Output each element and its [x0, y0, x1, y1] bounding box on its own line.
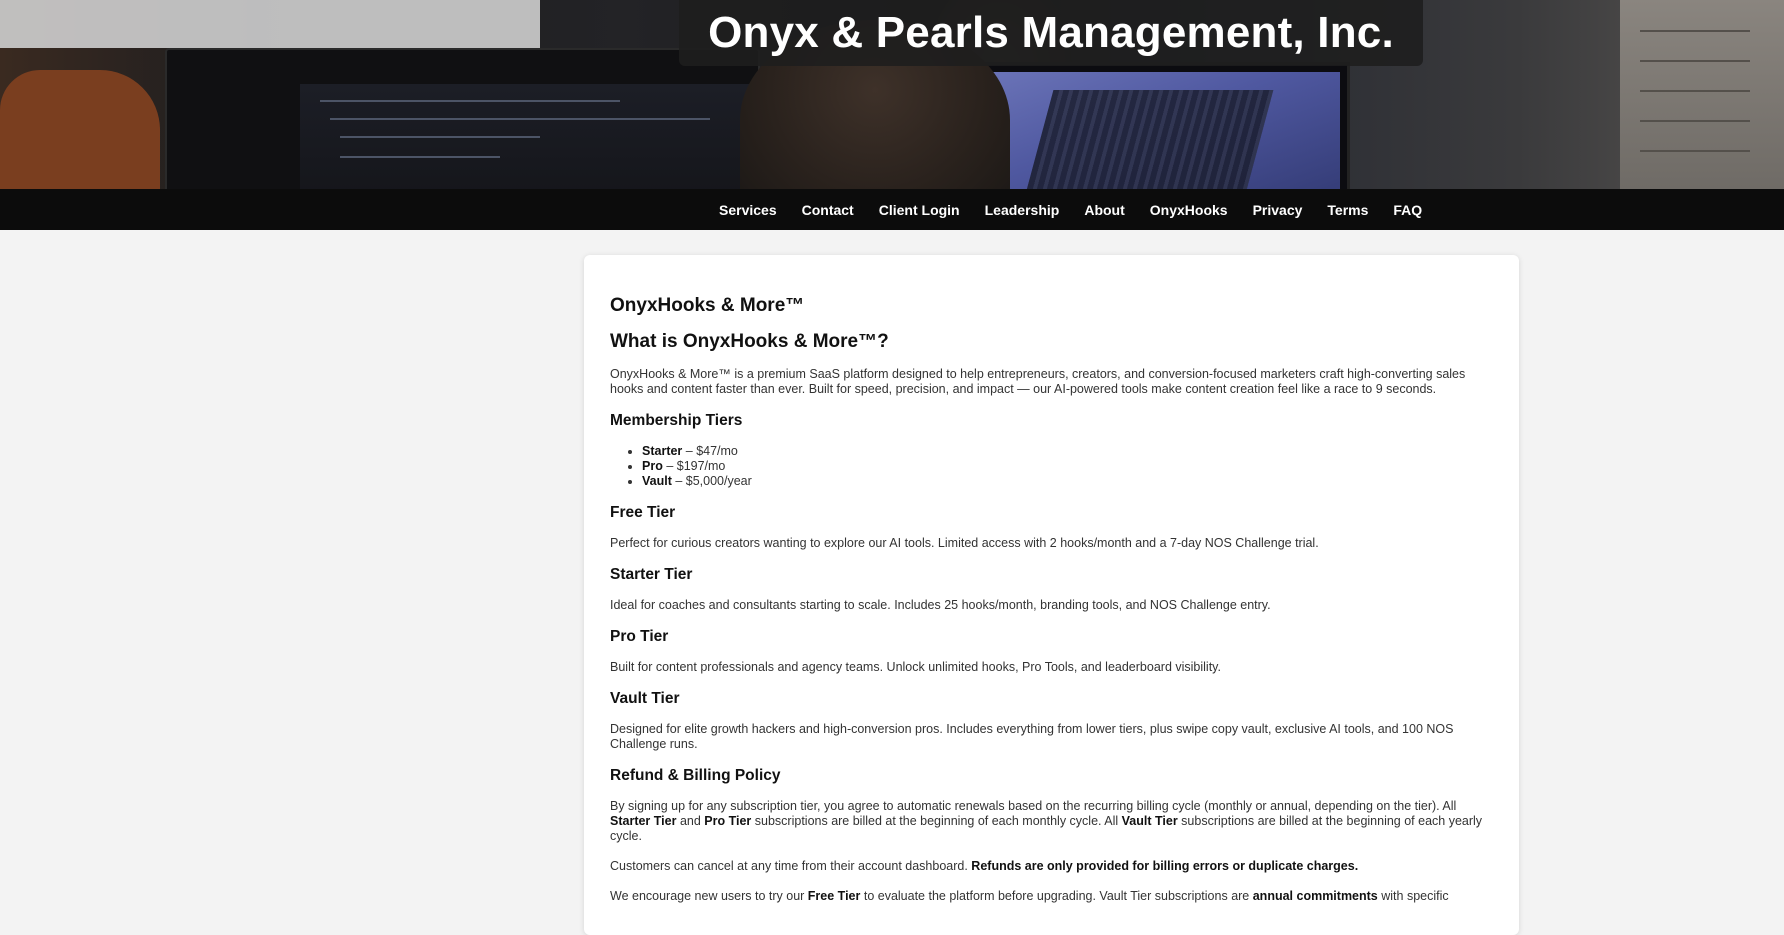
pro-tier-heading: Pro Tier	[610, 628, 669, 645]
membership-item-price: – $47/mo	[682, 444, 738, 458]
hero-photo-code-line	[340, 156, 500, 158]
refund-text: Customers can cancel at any time from th…	[610, 859, 972, 873]
refund-paragraph-2: Customers can cancel at any time from th…	[610, 859, 1493, 874]
hero-photo-person-left	[0, 70, 160, 189]
hero-photo-paper-line	[1640, 60, 1750, 62]
hero-photo-3d-shape	[1026, 90, 1274, 189]
nav-link-privacy[interactable]: Privacy	[1253, 202, 1303, 218]
refund-vault-tier: Vault Tier	[1121, 814, 1178, 828]
membership-item-price: – $5,000/year	[671, 474, 752, 488]
refund-text: and	[676, 814, 705, 828]
membership-list: Starter – $47/mo Pro – $197/mo Vault – $…	[642, 444, 1493, 489]
main-nav: Services Contact Client Login Leadership…	[0, 189, 1784, 230]
vault-tier-heading: Vault Tier	[610, 690, 680, 707]
hero-photo-paper-line	[1640, 120, 1750, 122]
refund-paragraph-1: By signing up for any subscription tier,…	[610, 799, 1493, 844]
refund-policy-note: Refunds are only provided for billing er…	[971, 859, 1359, 873]
membership-item: Pro – $197/mo	[642, 459, 1493, 474]
pro-tier-text: Built for content professionals and agen…	[610, 660, 1221, 674]
hero-photo-code-line	[320, 100, 620, 102]
membership-item: Starter – $47/mo	[642, 444, 1493, 459]
free-tier-text: Perfect for curious creators wanting to …	[610, 536, 1319, 550]
refund-heading: Refund & Billing Policy	[610, 767, 781, 784]
nav-link-terms[interactable]: Terms	[1327, 202, 1368, 218]
site-title-box: Onyx & Pearls Management, Inc.	[679, 0, 1423, 66]
membership-item: Vault – $5,000/year	[642, 474, 1493, 489]
vault-tier-text: Designed for elite growth hackers and hi…	[610, 722, 1454, 751]
nav-link-about[interactable]: About	[1084, 202, 1124, 218]
nav-link-faq[interactable]: FAQ	[1393, 202, 1422, 218]
free-tier-heading: Free Tier	[610, 504, 676, 521]
refund-text: subscriptions are billed at the beginnin…	[751, 814, 1122, 828]
nav-link-client-login[interactable]: Client Login	[879, 202, 960, 218]
what-is-heading: What is OnyxHooks & More™?	[610, 331, 889, 352]
starter-tier-heading: Starter Tier	[610, 566, 693, 583]
refund-paragraph-3: We encourage new users to try our Free T…	[610, 889, 1493, 904]
hero-photo-window	[0, 0, 540, 48]
content-card: OnyxHooks & More™ What is OnyxHooks & Mo…	[584, 255, 1519, 935]
site-title: Onyx & Pearls Management, Inc.	[708, 8, 1394, 57]
refund-pro-tier: Pro Tier	[704, 814, 752, 828]
hero-photo-code-line	[330, 118, 710, 120]
hero-photo-paper-line	[1640, 150, 1750, 152]
nav-link-services[interactable]: Services	[719, 202, 777, 218]
nav-link-onyxhooks[interactable]: OnyxHooks	[1150, 202, 1228, 218]
hero-photo-paper-line	[1640, 90, 1750, 92]
intro-paragraph: OnyxHooks & More™ is a premium SaaS plat…	[610, 367, 1466, 396]
hero-photo-code-line	[340, 136, 540, 138]
membership-heading: Membership Tiers	[610, 412, 743, 429]
hero-photo-paper-line	[1640, 30, 1750, 32]
membership-item-price: – $197/mo	[662, 459, 726, 473]
nav-link-leadership[interactable]: Leadership	[985, 202, 1060, 218]
starter-tier-text: Ideal for coaches and consultants starti…	[610, 598, 1271, 612]
hero-banner: Onyx & Pearls Management, Inc.	[0, 0, 1784, 189]
refund-starter-tier: Starter Tier	[610, 814, 677, 828]
membership-item-name: Starter	[642, 444, 683, 458]
page-heading: OnyxHooks & More™	[610, 295, 805, 316]
nav-links: Services Contact Client Login Leadership…	[719, 202, 1447, 218]
refund-text: By signing up for any subscription tier,…	[610, 799, 1457, 813]
hero-photo-paper	[1620, 0, 1784, 189]
membership-item-name: Pro	[642, 459, 663, 473]
nav-link-contact[interactable]: Contact	[802, 202, 854, 218]
membership-item-name: Vault	[642, 474, 672, 488]
